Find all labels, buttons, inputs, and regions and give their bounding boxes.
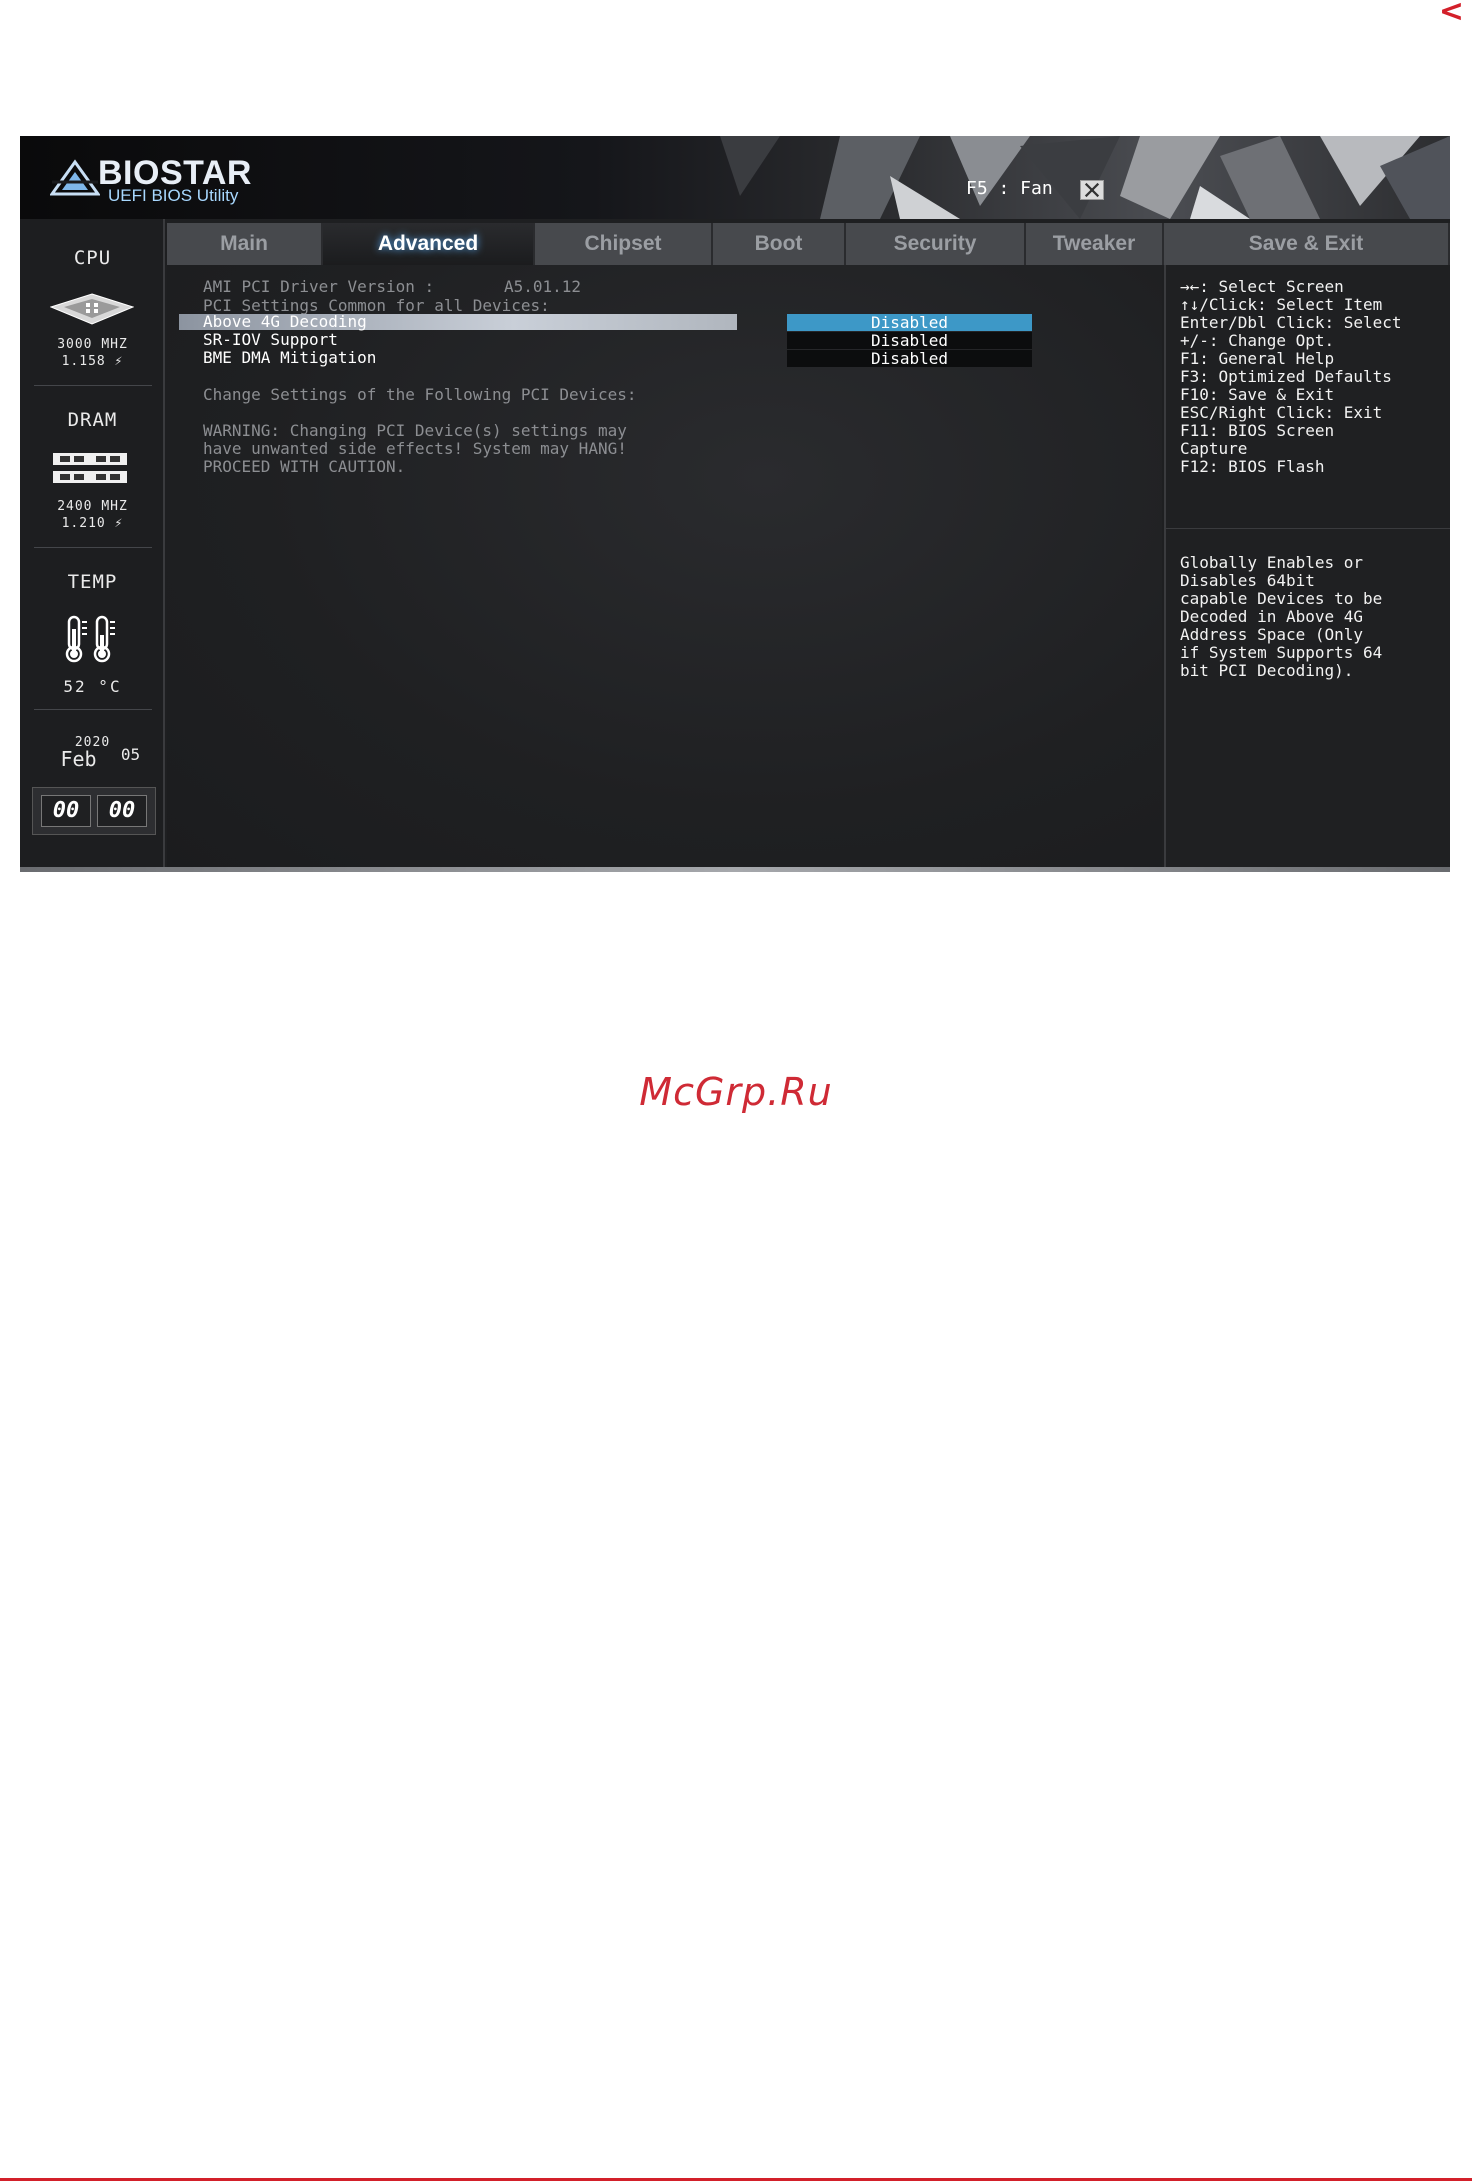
clock-minutes: 00	[97, 795, 147, 827]
tab-tweaker[interactable]: Tweaker	[1026, 223, 1164, 265]
fan-icon[interactable]	[1080, 180, 1104, 200]
cpu-voltage: 1.158 ⚡	[61, 354, 124, 369]
warning-line-3: PROCEED WITH CAUTION.	[203, 457, 406, 476]
warning-line-1: WARNING: Changing PCI Device(s) settings…	[203, 421, 627, 440]
help-desc-line-6: if System Supports 64	[1180, 643, 1383, 662]
driver-version-label: AMI PCI Driver Version :	[203, 277, 435, 296]
help-desc-line-1: Globally Enables or	[1180, 553, 1364, 572]
help-key-esc: ESC/Right Click: Exit	[1180, 403, 1383, 422]
help-key-f11: F11: BIOS Screen	[1180, 421, 1335, 440]
clock: 00 00	[32, 787, 156, 835]
temp-title: TEMP	[67, 571, 118, 593]
help-key-f10: F10: Save & Exit	[1180, 385, 1335, 404]
nav-arrow-icon[interactable]: <	[1439, 0, 1464, 27]
dram-icon	[53, 453, 127, 483]
help-key-f1: F1: General Help	[1180, 349, 1335, 368]
setting-sr-iov-support[interactable]: SR-IOV Support	[203, 331, 338, 349]
watermark: McGrp.Ru	[639, 1070, 833, 1114]
thermometer-icon	[65, 615, 115, 663]
bios-screen: BIOSTAR UEFI BIOS Utility F5 : Fan CPU 3…	[20, 136, 1450, 872]
divider	[1166, 528, 1450, 529]
setting-above-4g-decoding[interactable]: Above 4G Decoding	[203, 313, 367, 331]
settings-panel: AMI PCI Driver Version : A5.01.12 PCI Se…	[167, 265, 1162, 872]
setting-bme-dma-mitigation[interactable]: BME DMA Mitigation	[203, 349, 376, 367]
biostar-logo-icon	[50, 159, 100, 196]
divider	[34, 709, 152, 710]
clock-hours: 00	[41, 795, 91, 827]
divider	[34, 385, 152, 386]
hardware-monitor-panel: CPU 3000 MHZ 1.158 ⚡ DRAM 2400 MHZ 1.210…	[20, 219, 165, 867]
driver-version-value: A5.01.12	[504, 277, 582, 296]
tab-chipset[interactable]: Chipset	[535, 223, 713, 265]
cpu-icon	[50, 293, 134, 325]
help-key-select-item: ↑↓/Click: Select Item	[1180, 295, 1383, 314]
help-panel: →←: Select Screen ↑↓/Click: Select Item …	[1164, 265, 1450, 872]
value-sr-iov-support[interactable]: Disabled	[787, 332, 1032, 349]
value-above-4g-decoding[interactable]: Disabled	[787, 314, 1032, 331]
cpu-frequency: 3000 MHZ	[57, 337, 128, 352]
cpu-title: CPU	[73, 247, 112, 269]
header: BIOSTAR UEFI BIOS Utility F5 : Fan	[20, 136, 1450, 219]
brand-subtitle: UEFI BIOS Utility	[108, 186, 239, 205]
help-key-enter: Enter/Dbl Click: Select	[1180, 313, 1402, 332]
help-desc-line-3: capable Devices to be	[1180, 589, 1383, 608]
warning-line-2: have unwanted side effects! System may H…	[203, 439, 627, 458]
help-desc-line-4: Decoded in Above 4G	[1180, 607, 1364, 626]
help-key-f12: F12: BIOS Flash	[1180, 457, 1325, 476]
bottom-strip	[20, 867, 1450, 872]
dram-title: DRAM	[67, 409, 118, 431]
help-desc-line-5: Address Space (Only	[1180, 625, 1364, 644]
help-desc-line-7: bit PCI Decoding).	[1180, 661, 1354, 680]
help-key-f3: F3: Optimized Defaults	[1180, 367, 1392, 386]
footer-line	[0, 2178, 1472, 2181]
dram-voltage: 1.210 ⚡	[61, 516, 124, 531]
tab-save-exit[interactable]: Save & Exit	[1164, 223, 1450, 265]
section-heading-following: Change Settings of the Following PCI Dev…	[203, 385, 637, 404]
divider	[34, 547, 152, 548]
dram-frequency: 2400 MHZ	[57, 499, 128, 514]
tab-bar: Main Advanced Chipset Boot Security Twea…	[167, 223, 1450, 265]
value-bme-dma-mitigation[interactable]: Disabled	[787, 350, 1032, 367]
tab-security[interactable]: Security	[846, 223, 1026, 265]
help-desc-line-2: Disables 64bit	[1180, 571, 1315, 590]
tab-advanced[interactable]: Advanced	[323, 223, 535, 265]
help-key-select-screen: →←: Select Screen	[1180, 277, 1344, 296]
help-key-change-opt: +/-: Change Opt.	[1180, 331, 1335, 350]
tab-main[interactable]: Main	[167, 223, 323, 265]
fan-hint[interactable]: F5 : Fan	[966, 178, 1053, 199]
tab-boot[interactable]: Boot	[713, 223, 846, 265]
temperature-value: 52 °C	[63, 677, 122, 696]
help-key-f11-cont: Capture	[1180, 439, 1248, 458]
